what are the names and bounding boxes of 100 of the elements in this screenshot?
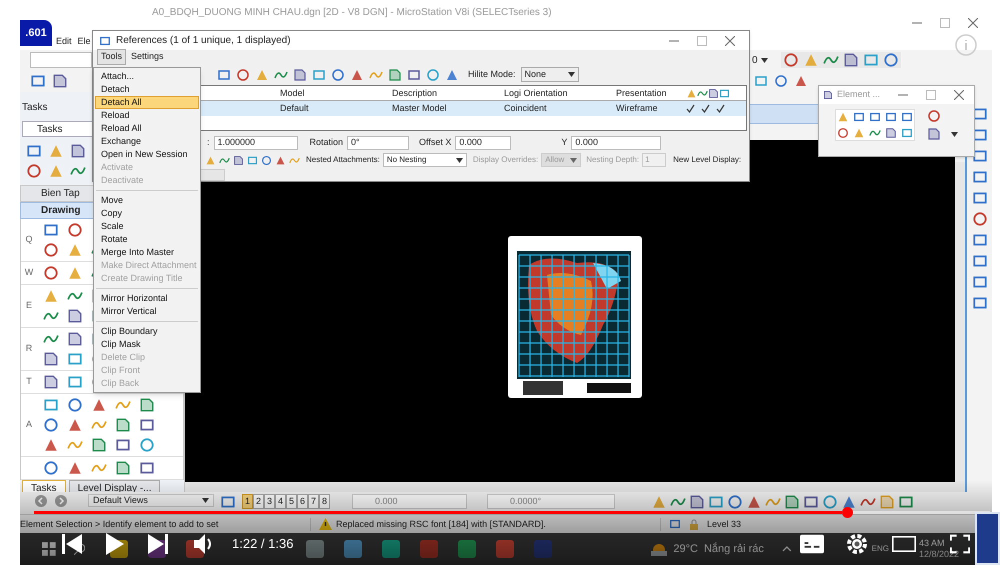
tool-icon[interactable] [67,374,83,390]
tool-icon[interactable] [445,68,459,82]
theater-mode-icon[interactable] [892,534,916,552]
tool-icon[interactable] [43,397,59,413]
tool-icon[interactable] [43,265,59,281]
view-button[interactable]: 7 [308,494,319,509]
tool-icon[interactable] [261,154,272,166]
tool-icon[interactable] [823,90,833,100]
tool-icon[interactable] [388,68,402,82]
subtitles-icon[interactable] [800,534,824,554]
caret-icon[interactable] [760,58,768,62]
close-icon[interactable] [968,18,978,28]
tool-icon[interactable] [719,88,730,99]
menu-item[interactable]: Clip Mask [95,338,199,351]
tool-icon[interactable] [972,148,988,164]
scale-field[interactable]: 1.000000 [214,136,298,150]
tool-icon[interactable] [972,274,988,290]
tool-icon[interactable] [91,397,107,413]
tool-icon[interactable] [782,52,799,68]
input-field[interactable] [30,52,92,68]
tool-icon[interactable] [43,374,59,390]
tool-icon[interactable] [139,437,155,453]
tool-icon[interactable] [331,68,345,82]
tool-icon[interactable] [972,169,988,185]
tool-icon[interactable] [52,73,68,89]
tool-icon[interactable] [43,351,59,367]
windows-icon[interactable] [42,542,56,556]
menu-item[interactable]: Open in New Session [95,148,199,161]
menu-item[interactable]: Mirror Horizontal [95,292,199,305]
tool-icon[interactable] [837,127,849,139]
tool-icon[interactable] [901,127,913,139]
tool-icon[interactable] [426,68,440,82]
tool-icon[interactable] [233,154,244,166]
menu-item[interactable]: Settings [128,50,167,64]
offset-y-field[interactable]: 0.000 [571,136,662,150]
tool-icon[interactable] [754,74,768,88]
view-button[interactable]: 5 [286,494,297,509]
forward-icon[interactable] [54,494,68,508]
view-button[interactable]: 6 [297,494,308,509]
tool-icon[interactable] [115,437,131,453]
tool-icon[interactable] [70,143,86,159]
menu-item[interactable]: Rotate [95,233,199,246]
tool-icon[interactable] [312,68,326,82]
tool-icon[interactable] [927,109,941,123]
combo-value[interactable]: 0 [752,52,758,68]
tool-icon[interactable] [26,163,42,179]
tool-icon[interactable] [972,295,988,311]
tool-icon[interactable] [275,154,286,166]
tool-icon[interactable] [217,68,231,82]
tool-icon[interactable] [407,68,421,82]
tool-icon[interactable] [43,417,59,433]
tool-icon[interactable] [67,460,83,476]
tasks-button[interactable]: Tasks [22,121,94,137]
nesting-select[interactable]: No Nesting [382,153,467,168]
tool-icon[interactable] [350,68,364,82]
tool-icon[interactable] [708,494,724,510]
menu-item[interactable]: Detach All [95,96,199,109]
tool-icon[interactable] [842,52,859,68]
tool-icon[interactable] [26,143,42,159]
tool-icon[interactable] [91,437,107,453]
play-icon[interactable] [106,532,124,554]
hilite-select[interactable]: None [520,67,579,82]
menu-item[interactable]: Edit [56,35,72,49]
previous-icon[interactable] [62,532,82,554]
tool-icon[interactable] [972,211,988,227]
tool-icon[interactable] [898,494,914,510]
tool-icon[interactable] [67,308,83,324]
select-field[interactable] [199,169,225,182]
tool-icon[interactable] [822,494,838,510]
caret-icon[interactable] [951,132,958,136]
tool-icon[interactable] [67,417,83,433]
tool-icon[interactable] [885,111,897,123]
menu-item[interactable]: Mirror Vertical [95,305,199,318]
tool-icon[interactable] [139,460,155,476]
tool-icon[interactable] [247,154,258,166]
tool-icon[interactable] [67,351,83,367]
tool-icon[interactable] [972,232,988,248]
tool-icon[interactable] [869,111,881,123]
view-button[interactable]: 2 [253,494,264,509]
tool-icon[interactable] [669,518,681,530]
tool-icon[interactable] [236,68,250,82]
menu-item[interactable]: Detach [95,83,199,96]
rotation-field[interactable]: 0° [347,136,410,150]
offset-x-field[interactable]: 0.000 [455,136,512,150]
menu-item[interactable]: Ele [78,35,91,49]
view-button[interactable]: 8 [319,494,330,509]
tool-icon[interactable] [139,417,155,433]
tool-icon[interactable] [293,68,307,82]
menu-item[interactable]: Move [95,194,199,207]
view-button[interactable]: 3 [264,494,275,509]
menu-item[interactable]: Tools [97,49,126,65]
next-icon[interactable] [148,532,168,554]
search-icon[interactable] [74,543,86,555]
tool-icon[interactable] [882,52,899,68]
tool-icon[interactable] [841,494,857,510]
tool-icon[interactable] [30,73,46,89]
tool-icon[interactable] [972,253,988,269]
chevron-up-icon[interactable] [782,546,792,552]
menu-item[interactable]: Exchange [95,135,199,148]
menu-item[interactable]: Scale [95,220,199,233]
